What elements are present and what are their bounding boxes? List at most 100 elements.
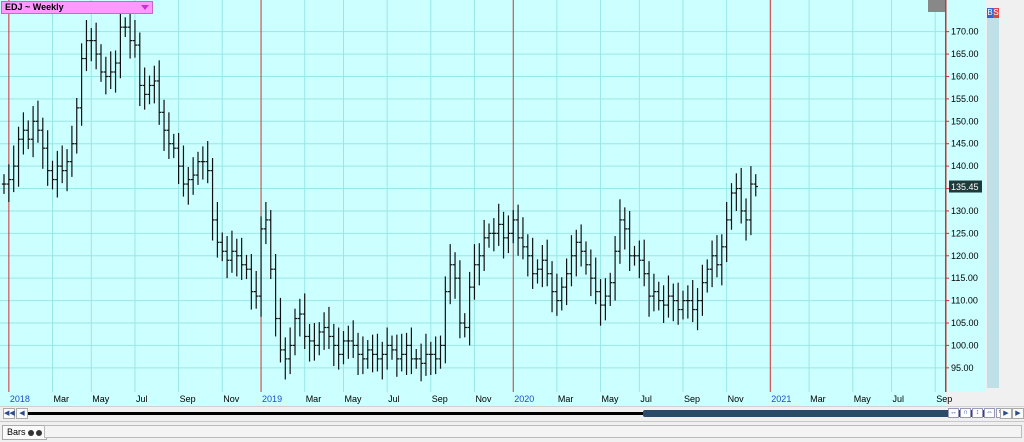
ohlc-bar: [389, 335, 395, 360]
fit-icon[interactable]: ↕: [972, 408, 983, 418]
ohlc-bar: [147, 75, 152, 105]
ohlc-bar: [452, 252, 458, 299]
ohlc-bar: [50, 160, 55, 190]
ohlc-bar: [205, 141, 210, 184]
ohlc-bar: [637, 240, 642, 279]
bars-tab[interactable]: Bars: [2, 425, 47, 440]
x-month-label: Jul: [135, 394, 148, 404]
scroll-first-icon[interactable]: ◀◀: [3, 408, 15, 419]
dot-icon: [35, 429, 42, 436]
ohlc-bar: [210, 158, 215, 241]
ohlc-bar: [6, 164, 12, 202]
ohlc-bar: [564, 258, 569, 306]
chevron-down-icon[interactable]: [141, 5, 149, 10]
ohlc-bar: [399, 333, 404, 372]
ohlc-bar: [113, 50, 118, 93]
x-month-label: Sep: [936, 394, 953, 404]
status-bar: Bars: [0, 421, 1024, 442]
ohlc-bar: [671, 283, 676, 322]
ohlc-bar: [355, 332, 361, 376]
ohlc-bar: [646, 261, 652, 317]
ohlc-bar: [506, 215, 511, 254]
y-tick-label: 100.00: [951, 340, 979, 350]
ohlc-bar: [321, 312, 327, 350]
buy-sell-badge[interactable]: B S: [987, 8, 999, 18]
ohlc-bar: [239, 237, 244, 280]
vertical-scroll-strip[interactable]: [987, 18, 999, 388]
ohlc-bar: [370, 334, 375, 373]
ohlc-bar: [1, 174, 7, 194]
y-tick-label: 130.00: [951, 206, 979, 216]
sell-icon[interactable]: S: [993, 8, 999, 18]
ohlc-bar: [617, 199, 623, 264]
y-tick-label: 115.00: [951, 273, 978, 283]
y-tick-label: 140.00: [951, 161, 979, 171]
x-year-label: 2020: [514, 394, 535, 404]
ohlc-bar: [666, 275, 671, 318]
horizontal-scrollbar[interactable]: ◀◀ ◀ ↔ ∩ ↕ ⇔ ⇆ › ▶ ▶: [0, 406, 1024, 421]
price-chart[interactable]: [0, 0, 945, 392]
chart-title-dropdown[interactable]: EDJ ~ Weekly: [1, 1, 153, 14]
ohlc-bar: [297, 298, 303, 337]
ohlc-bar: [263, 201, 269, 245]
ohlc-bars: [1, 9, 758, 382]
ohlc-bar: [656, 281, 661, 311]
ohlc-bar: [448, 244, 453, 305]
time-axis[interactable]: 2018 Mar May Jul Sep Nov 2019 Mar May Jul Sep Nov 20…: [0, 392, 952, 406]
scroll-last-icon[interactable]: ▶: [1012, 408, 1024, 419]
ohlc-bar: [268, 210, 273, 280]
x-month-label: May: [92, 394, 110, 404]
y-tick-label: 125.00: [951, 228, 979, 238]
ohlc-bar: [341, 331, 346, 365]
ohlc-bar: [481, 219, 487, 272]
ohlc-bar: [365, 340, 370, 369]
ohlc-bar: [559, 277, 564, 311]
ohlc-bar: [336, 327, 341, 370]
ohlc-bar: [443, 276, 448, 364]
expand-icon[interactable]: ⇔: [984, 408, 995, 418]
y-tick-label: 150.00: [951, 116, 979, 126]
ohlc-bar: [748, 166, 754, 236]
ohlc-bar: [157, 60, 162, 125]
ohlc-bar: [530, 237, 535, 289]
y-tick-label: 95.00: [951, 363, 974, 373]
ohlc-bar: [545, 239, 550, 287]
ohlc-bar: [554, 273, 560, 316]
ohlc-bar: [220, 232, 225, 262]
ohlc-bar: [404, 332, 409, 376]
ohlc-bar: [273, 253, 278, 337]
ohlc-bar: [734, 173, 739, 211]
scroll-thumb[interactable]: [643, 410, 995, 417]
ohlc-bar: [739, 167, 744, 224]
x-month-label: Mar: [305, 394, 322, 404]
ohlc-bar: [21, 112, 26, 155]
x-year-label: 2018: [9, 394, 30, 404]
zoom-icon[interactable]: ↔: [948, 408, 959, 418]
x-year-label: 2019: [262, 394, 283, 404]
chart-plot-area[interactable]: EDJ ~ Weekly: [0, 0, 946, 392]
x-month-label: Sep: [179, 394, 196, 404]
ohlc-bar: [549, 261, 555, 313]
ohlc-bar: [380, 341, 385, 380]
ohlc-bar: [375, 333, 380, 372]
ohlc-bar: [627, 210, 632, 272]
ohlc-bar: [64, 149, 70, 192]
ohlc-bar: [438, 335, 443, 369]
ohlc-bar: [588, 249, 594, 297]
ohlc-bar: [496, 203, 501, 246]
scroll-left-icon[interactable]: ◀: [16, 408, 28, 419]
dot-icon: [27, 429, 34, 436]
scroll-right-icon[interactable]: ▶: [1000, 408, 1012, 419]
last-price-label: 135.45: [951, 182, 979, 192]
ohlc-bar: [414, 349, 419, 369]
price-axis[interactable]: 95.00 100.00 105.00 110.00 115.00 120.00 125.0…: [945, 0, 986, 392]
ohlc-bar: [346, 325, 351, 359]
ohlc-bar: [462, 313, 467, 338]
y-tick-label: 105.00: [951, 318, 979, 328]
ohlc-bar: [535, 259, 540, 284]
ohlc-bar: [118, 9, 123, 79]
ohlc-bar: [258, 216, 264, 317]
link-icon[interactable]: ∩: [960, 408, 971, 418]
ohlc-bar: [60, 145, 65, 184]
ohlc-bar: [423, 333, 429, 376]
